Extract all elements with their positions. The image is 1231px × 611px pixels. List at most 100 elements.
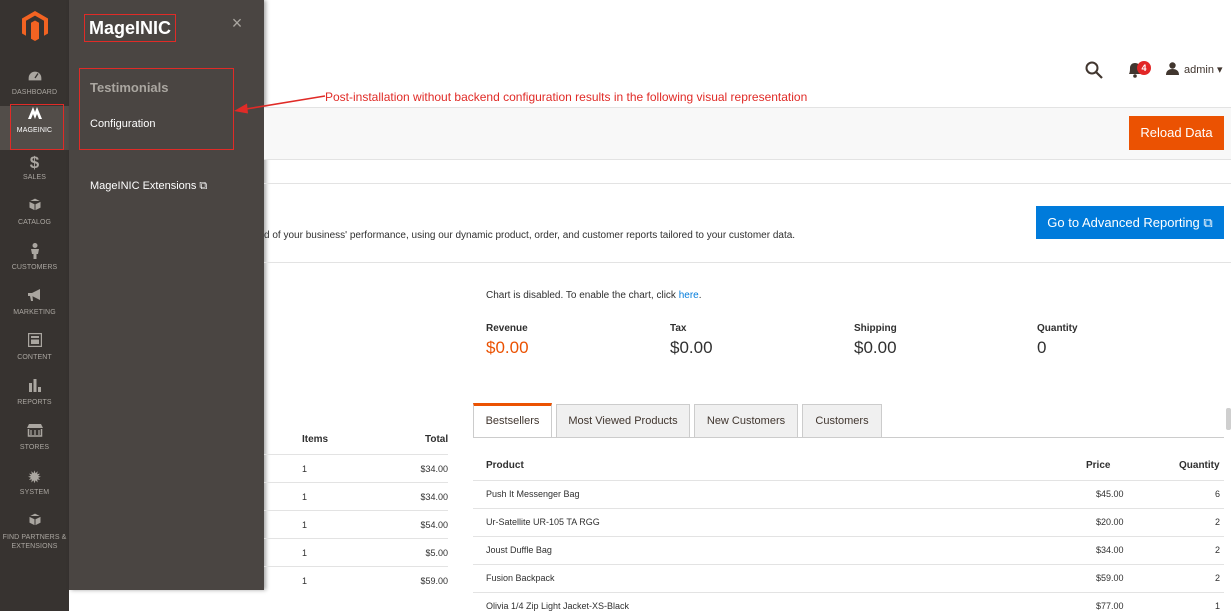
row-price: $34.00 bbox=[1096, 545, 1124, 555]
advanced-reporting-button[interactable]: Go to Advanced Reporting ⧉ bbox=[1036, 206, 1224, 239]
nav-label: SALES bbox=[22, 174, 47, 181]
nav-system[interactable]: ✹ SYSTEM bbox=[0, 468, 69, 512]
table-row[interactable]: 1 $34.00 bbox=[264, 482, 448, 510]
row-quantity: 2 bbox=[1214, 517, 1220, 527]
row-total: $34.00 bbox=[420, 464, 448, 474]
gear-icon: ✹ bbox=[27, 468, 42, 487]
row-price: $77.00 bbox=[1096, 601, 1124, 611]
tax-value: $0.00 bbox=[670, 338, 713, 357]
shipping-value: $0.00 bbox=[854, 338, 897, 357]
column-header-items[interactable]: Items bbox=[302, 434, 328, 445]
row-product: Push It Messenger Bag bbox=[486, 489, 580, 499]
row-items: 1 bbox=[302, 520, 308, 530]
submenu-link-extensions[interactable]: MageINIC Extensions ⧉ bbox=[90, 180, 207, 193]
admin-nav: DASHBOARD MAGEINIC $ SALES CATALOG CUSTO… bbox=[0, 0, 69, 611]
chart-disabled-suffix: . bbox=[698, 290, 702, 301]
bar-chart-icon bbox=[0, 378, 69, 398]
chart-disabled-message: Chart is disabled. To enable the chart, … bbox=[486, 290, 702, 301]
scrollbar-thumb[interactable] bbox=[1226, 408, 1231, 430]
nav-label: MARKETING bbox=[13, 309, 56, 316]
table-row[interactable]: Ur-Satellite UR-105 TA RGG $20.00 2 bbox=[473, 508, 1224, 536]
user-menu[interactable]: admin ▾ bbox=[1166, 62, 1223, 78]
tab-most-viewed-products[interactable]: Most Viewed Products bbox=[556, 404, 690, 437]
revenue-value: $0.00 bbox=[486, 338, 529, 357]
row-price: $59.00 bbox=[1096, 573, 1124, 583]
nav-sales[interactable]: $ SALES bbox=[0, 153, 69, 197]
nav-label: DASHBOARD bbox=[11, 89, 58, 96]
store-icon bbox=[0, 423, 69, 443]
row-quantity: 1 bbox=[1214, 601, 1220, 611]
tabs-divider bbox=[473, 437, 1224, 438]
row-product: Fusion Backpack bbox=[486, 573, 555, 583]
close-icon[interactable]: × bbox=[229, 14, 245, 32]
submenu-link-configuration[interactable]: Configuration bbox=[90, 118, 155, 130]
user-icon bbox=[1166, 62, 1179, 75]
nav-find-partners[interactable]: FIND PARTNERS & EXTENSIONS bbox=[0, 512, 69, 561]
row-total: $59.00 bbox=[420, 576, 448, 586]
annotation-text: Post-installation without backend config… bbox=[325, 90, 808, 104]
table-row[interactable]: 1 $5.00 bbox=[264, 538, 448, 566]
nav-label: FIND PARTNERS & EXTENSIONS bbox=[2, 534, 67, 550]
chart-disabled-text: Chart is disabled. To enable the chart, … bbox=[486, 290, 679, 301]
shipping-label: Shipping bbox=[854, 323, 897, 334]
nav-content[interactable]: CONTENT bbox=[0, 332, 69, 377]
row-total: $54.00 bbox=[420, 520, 448, 530]
reload-data-button[interactable]: Reload Data bbox=[1129, 116, 1224, 150]
table-row[interactable]: Joust Duffle Bag $34.00 2 bbox=[473, 536, 1224, 564]
row-items: 1 bbox=[302, 548, 308, 558]
table-row[interactable]: 1 $54.00 bbox=[264, 510, 448, 538]
quantity-label: Quantity bbox=[1037, 323, 1078, 334]
search-icon[interactable] bbox=[1085, 61, 1103, 79]
row-quantity: 6 bbox=[1214, 489, 1220, 499]
annotation-highlight-box bbox=[10, 104, 64, 150]
table-row[interactable]: 1 $34.00 bbox=[264, 454, 448, 482]
catalog-icon bbox=[0, 197, 69, 218]
row-product: Olivia 1/4 Zip Light Jacket-XS-Black bbox=[486, 601, 630, 611]
row-total: $5.00 bbox=[425, 548, 448, 558]
customers-icon bbox=[0, 243, 69, 263]
nav-label: CUSTOMERS bbox=[11, 264, 58, 271]
tab-customers[interactable]: Customers bbox=[802, 404, 882, 437]
notifications-badge[interactable]: 4 bbox=[1137, 61, 1151, 75]
nav-label: STORES bbox=[19, 444, 50, 451]
tab-bestsellers[interactable]: Bestsellers bbox=[473, 403, 552, 437]
submenu-group-title: Testimonials bbox=[90, 80, 169, 95]
partners-icon bbox=[0, 512, 69, 533]
row-items: 1 bbox=[302, 576, 308, 586]
row-items: 1 bbox=[302, 492, 308, 502]
divider bbox=[264, 262, 1231, 263]
nav-catalog[interactable]: CATALOG bbox=[0, 197, 69, 242]
nav-marketing[interactable]: MARKETING bbox=[0, 288, 69, 332]
table-row[interactable]: Fusion Backpack $59.00 2 bbox=[473, 564, 1224, 592]
column-header-product[interactable]: Product bbox=[486, 460, 524, 471]
mageinic-submenu: MageINIC × Testimonials Configuration Ma… bbox=[69, 0, 264, 590]
table-row[interactable]: 1 $59.00 bbox=[264, 566, 448, 594]
row-product: Ur-Satellite UR-105 TA RGG bbox=[486, 517, 600, 527]
magento-logo-icon[interactable] bbox=[22, 11, 48, 41]
page-actions-bar bbox=[264, 107, 1231, 160]
enable-chart-link[interactable]: here bbox=[679, 290, 699, 301]
row-quantity: 2 bbox=[1214, 573, 1220, 583]
row-items: 1 bbox=[302, 464, 308, 474]
column-header-total[interactable]: Total bbox=[425, 434, 448, 445]
megaphone-icon bbox=[0, 288, 69, 308]
divider bbox=[264, 183, 1231, 184]
submenu-title: MageINIC bbox=[84, 14, 177, 42]
row-total: $34.00 bbox=[420, 492, 448, 502]
row-price: $20.00 bbox=[1096, 517, 1124, 527]
column-header-price[interactable]: Price bbox=[1086, 460, 1110, 471]
nav-label: CATALOG bbox=[17, 219, 52, 226]
nav-reports[interactable]: REPORTS bbox=[0, 378, 69, 422]
tab-new-customers[interactable]: New Customers bbox=[694, 404, 798, 437]
row-product: Joust Duffle Bag bbox=[486, 545, 552, 555]
user-name: admin ▾ bbox=[1184, 64, 1223, 76]
nav-customers[interactable]: CUSTOMERS bbox=[0, 243, 69, 287]
nav-stores[interactable]: STORES bbox=[0, 423, 69, 467]
table-row[interactable]: Push It Messenger Bag $45.00 6 bbox=[473, 480, 1224, 508]
quantity-value: 0 bbox=[1037, 338, 1047, 357]
table-row[interactable]: Olivia 1/4 Zip Light Jacket-XS-Black $77.… bbox=[473, 592, 1224, 611]
column-header-quantity[interactable]: Quantity bbox=[1179, 460, 1220, 471]
advanced-reporting-text: d of your business' performance, using o… bbox=[264, 230, 796, 241]
dashboard-icon bbox=[0, 68, 69, 88]
nav-label: CONTENT bbox=[17, 354, 52, 361]
